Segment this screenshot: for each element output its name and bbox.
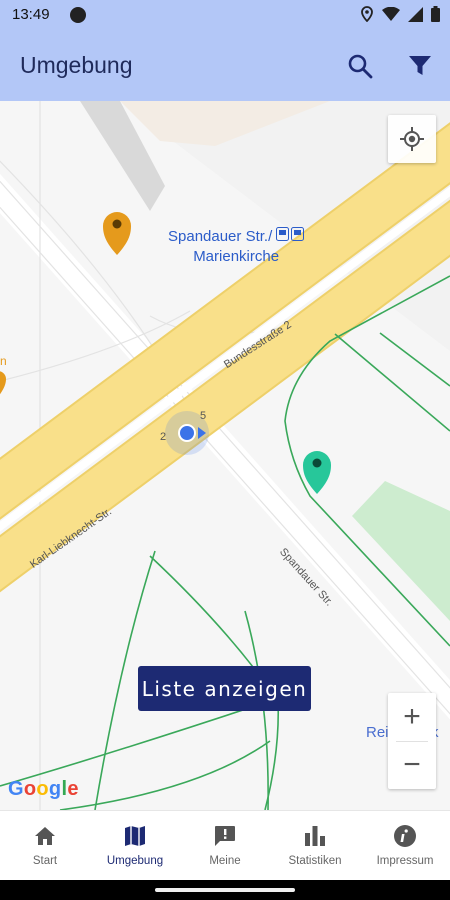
home-icon [32,823,58,849]
zoom-controls: + − [388,693,436,789]
nav-label-meine: Meine [209,855,241,867]
map-view[interactable]: Bundesstraße 2 Karl-Liebknecht-Str. Span… [0,101,450,810]
stop-name-line1: Spandauer Str./ [168,228,273,245]
nav-label-impressum: Impressum [376,855,434,867]
google-logo: Google [8,778,79,800]
nav-label-umgebung: Umgebung [106,855,164,867]
search-button[interactable] [344,50,376,82]
app-bar: Umgebung [0,30,450,101]
my-location-button[interactable] [388,115,436,163]
transit-stop-label[interactable]: Spandauer Str./ Marienkirche [168,227,305,267]
filter-icon [409,56,431,75]
page-title: Umgebung [20,52,133,78]
filter-button[interactable] [404,50,436,82]
battery-icon [431,6,440,22]
map-icon [122,823,148,849]
feedback-icon [212,823,238,849]
signal-icon [408,6,423,22]
info-icon [392,823,418,849]
nav-item-meine[interactable]: Meine [180,811,270,880]
route-number-5: 5 [200,410,207,422]
show-list-button[interactable]: Liste anzeigen [138,666,311,711]
nav-item-umgebung[interactable]: Umgebung [90,811,180,880]
zoom-out-button[interactable]: − [388,741,436,789]
bar-chart-icon [302,823,328,849]
bottom-navigation: Start Umgebung Meine Statistiken Impress… [0,810,450,880]
stop-name-line2: Marienkirche [193,248,280,265]
nav-label-statistiken: Statistiken [288,855,342,867]
nav-label-start: Start [32,855,58,867]
status-icons [360,6,440,22]
app-notification-icon [70,7,86,23]
transit-station-icon [276,227,305,247]
zoom-divider [396,741,428,742]
location-status-icon [361,6,373,22]
home-gesture-handle[interactable] [155,888,295,892]
status-time: 13:49 [12,6,50,23]
gps-locate-icon [400,127,424,151]
system-gesture-bar [0,880,450,900]
wifi-icon [382,6,400,21]
zoom-in-button[interactable]: + [388,693,436,741]
nav-item-statistiken[interactable]: Statistiken [270,811,360,880]
status-bar: 13:49 [0,0,450,30]
nav-item-start[interactable]: Start [0,811,90,880]
route-number-2: 2 [160,431,167,443]
nav-item-impressum[interactable]: Impressum [360,811,450,880]
search-icon [348,54,373,79]
partial-place-label: n [0,354,7,368]
